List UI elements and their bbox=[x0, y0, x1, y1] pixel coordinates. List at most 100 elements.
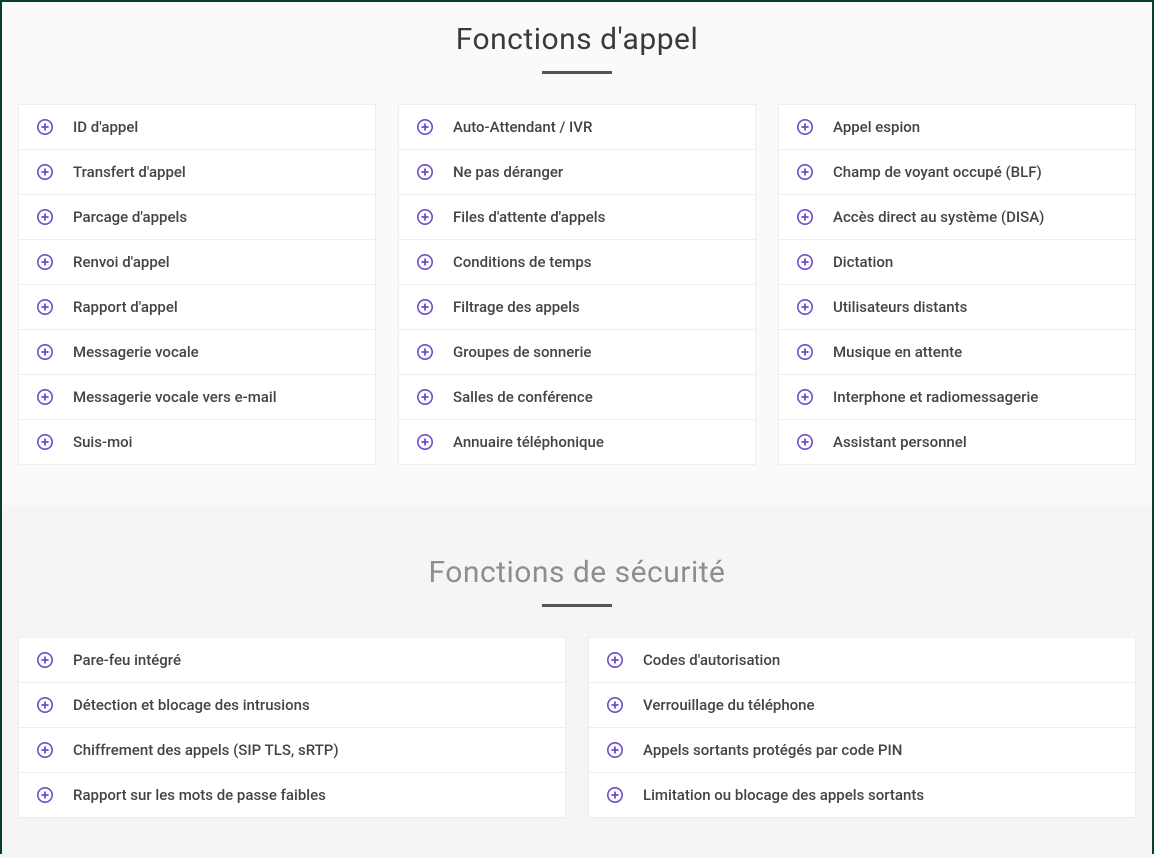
feature-item[interactable]: Annuaire téléphonique bbox=[398, 420, 756, 465]
feature-item[interactable]: Parcage d'appels bbox=[18, 195, 376, 240]
feature-label: Interphone et radiomessagerie bbox=[833, 388, 1038, 406]
feature-label: Messagerie vocale bbox=[73, 343, 199, 361]
plus-circle-icon bbox=[37, 652, 53, 668]
feature-item[interactable]: Conditions de temps bbox=[398, 240, 756, 285]
feature-label: Files d'attente d'appels bbox=[453, 208, 605, 226]
feature-item[interactable]: ID d'appel bbox=[18, 104, 376, 150]
feature-label: Rapport sur les mots de passe faibles bbox=[73, 786, 326, 804]
feature-item[interactable]: Rapport d'appel bbox=[18, 285, 376, 330]
plus-circle-icon bbox=[607, 697, 623, 713]
feature-item[interactable]: Salles de conférence bbox=[398, 375, 756, 420]
feature-item[interactable]: Auto-Attendant / IVR bbox=[398, 104, 756, 150]
feature-item[interactable]: Assistant personnel bbox=[778, 420, 1136, 465]
feature-item[interactable]: Ne pas déranger bbox=[398, 150, 756, 195]
plus-circle-icon bbox=[797, 434, 813, 450]
feature-item[interactable]: Transfert d'appel bbox=[18, 150, 376, 195]
feature-label: Salles de conférence bbox=[453, 388, 593, 406]
feature-column: Appel espion Champ de voyant occupé (BLF)… bbox=[778, 104, 1136, 465]
feature-label: Dictation bbox=[833, 253, 893, 271]
feature-label: Appel espion bbox=[833, 118, 920, 136]
feature-column: ID d'appel Transfert d'appelParcage d'app… bbox=[18, 104, 376, 465]
feature-item[interactable]: Files d'attente d'appels bbox=[398, 195, 756, 240]
plus-circle-icon bbox=[417, 254, 433, 270]
security-features-section: Fonctions de sécurité Pare-feu intégré Dé… bbox=[2, 505, 1152, 858]
plus-circle-icon bbox=[607, 787, 623, 803]
feature-item[interactable]: Renvoi d'appel bbox=[18, 240, 376, 285]
plus-circle-icon bbox=[417, 389, 433, 405]
feature-label: Chiffrement des appels (SIP TLS, sRTP) bbox=[73, 741, 339, 759]
feature-item[interactable]: Appels sortants protégés par code PIN bbox=[588, 728, 1136, 773]
feature-item[interactable]: Dictation bbox=[778, 240, 1136, 285]
plus-circle-icon bbox=[37, 787, 53, 803]
feature-item[interactable]: Rapport sur les mots de passe faibles bbox=[18, 773, 566, 818]
plus-circle-icon bbox=[37, 344, 53, 360]
plus-circle-icon bbox=[37, 254, 53, 270]
plus-circle-icon bbox=[37, 119, 53, 135]
feature-item[interactable]: Utilisateurs distants bbox=[778, 285, 1136, 330]
feature-label: Auto-Attendant / IVR bbox=[453, 118, 592, 136]
call-features-columns: ID d'appel Transfert d'appelParcage d'app… bbox=[12, 104, 1142, 465]
feature-item[interactable]: Chiffrement des appels (SIP TLS, sRTP) bbox=[18, 728, 566, 773]
feature-label: Musique en attente bbox=[833, 343, 962, 361]
feature-label: Ne pas déranger bbox=[453, 163, 563, 181]
feature-column: Pare-feu intégré Détection et blocage des… bbox=[18, 637, 566, 818]
plus-circle-icon bbox=[37, 434, 53, 450]
plus-circle-icon bbox=[417, 434, 433, 450]
feature-label: Renvoi d'appel bbox=[73, 253, 170, 271]
feature-label: Appels sortants protégés par code PIN bbox=[643, 741, 902, 759]
call-features-section: Fonctions d'appel ID d'appel Transfert d'… bbox=[2, 2, 1152, 505]
feature-label: Suis-moi bbox=[73, 433, 132, 451]
plus-circle-icon bbox=[37, 697, 53, 713]
feature-label: Groupes de sonnerie bbox=[453, 343, 591, 361]
plus-circle-icon bbox=[417, 344, 433, 360]
feature-label: Conditions de temps bbox=[453, 253, 592, 271]
feature-column: Auto-Attendant / IVR Ne pas déranger Files… bbox=[398, 104, 756, 465]
feature-label: Assistant personnel bbox=[833, 433, 967, 451]
security-features-title: Fonctions de sécurité bbox=[12, 555, 1142, 590]
feature-label: Annuaire téléphonique bbox=[453, 433, 604, 451]
feature-item[interactable]: Messagerie vocale vers e-mail bbox=[18, 375, 376, 420]
plus-circle-icon bbox=[37, 209, 53, 225]
call-features-title: Fonctions d'appel bbox=[12, 22, 1142, 57]
feature-label: Limitation ou blocage des appels sortant… bbox=[643, 786, 924, 804]
plus-circle-icon bbox=[797, 344, 813, 360]
feature-item[interactable]: Interphone et radiomessagerie bbox=[778, 375, 1136, 420]
plus-circle-icon bbox=[607, 652, 623, 668]
feature-item[interactable]: Limitation ou blocage des appels sortant… bbox=[588, 773, 1136, 818]
feature-item[interactable]: Pare-feu intégré bbox=[18, 637, 566, 683]
feature-item[interactable]: Champ de voyant occupé (BLF) bbox=[778, 150, 1136, 195]
plus-circle-icon bbox=[797, 164, 813, 180]
feature-label: Accès direct au système (DISA) bbox=[833, 208, 1044, 226]
plus-circle-icon bbox=[417, 209, 433, 225]
feature-label: Détection et blocage des intrusions bbox=[73, 696, 310, 714]
feature-item[interactable]: Appel espion bbox=[778, 104, 1136, 150]
plus-circle-icon bbox=[797, 119, 813, 135]
feature-label: Codes d'autorisation bbox=[643, 651, 780, 669]
feature-item[interactable]: Filtrage des appels bbox=[398, 285, 756, 330]
plus-circle-icon bbox=[37, 389, 53, 405]
feature-label: ID d'appel bbox=[73, 118, 138, 136]
plus-circle-icon bbox=[417, 164, 433, 180]
feature-label: Filtrage des appels bbox=[453, 298, 580, 316]
plus-circle-icon bbox=[37, 742, 53, 758]
feature-label: Pare-feu intégré bbox=[73, 651, 181, 669]
feature-item[interactable]: Suis-moi bbox=[18, 420, 376, 465]
feature-label: Champ de voyant occupé (BLF) bbox=[833, 163, 1042, 181]
feature-item[interactable]: Détection et blocage des intrusions bbox=[18, 683, 566, 728]
divider bbox=[542, 71, 612, 74]
feature-item[interactable]: Codes d'autorisation bbox=[588, 637, 1136, 683]
divider bbox=[542, 604, 612, 607]
feature-item[interactable]: Accès direct au système (DISA) bbox=[778, 195, 1136, 240]
feature-item[interactable]: Messagerie vocale bbox=[18, 330, 376, 375]
feature-item[interactable]: Verrouillage du téléphone bbox=[588, 683, 1136, 728]
plus-circle-icon bbox=[37, 299, 53, 315]
feature-item[interactable]: Musique en attente bbox=[778, 330, 1136, 375]
plus-circle-icon bbox=[797, 209, 813, 225]
plus-circle-icon bbox=[417, 299, 433, 315]
feature-label: Rapport d'appel bbox=[73, 298, 178, 316]
feature-column: Codes d'autorisation Verrouillage du télé… bbox=[588, 637, 1136, 818]
plus-circle-icon bbox=[797, 254, 813, 270]
feature-item[interactable]: Groupes de sonnerie bbox=[398, 330, 756, 375]
plus-circle-icon bbox=[797, 389, 813, 405]
feature-label: Messagerie vocale vers e-mail bbox=[73, 388, 277, 406]
